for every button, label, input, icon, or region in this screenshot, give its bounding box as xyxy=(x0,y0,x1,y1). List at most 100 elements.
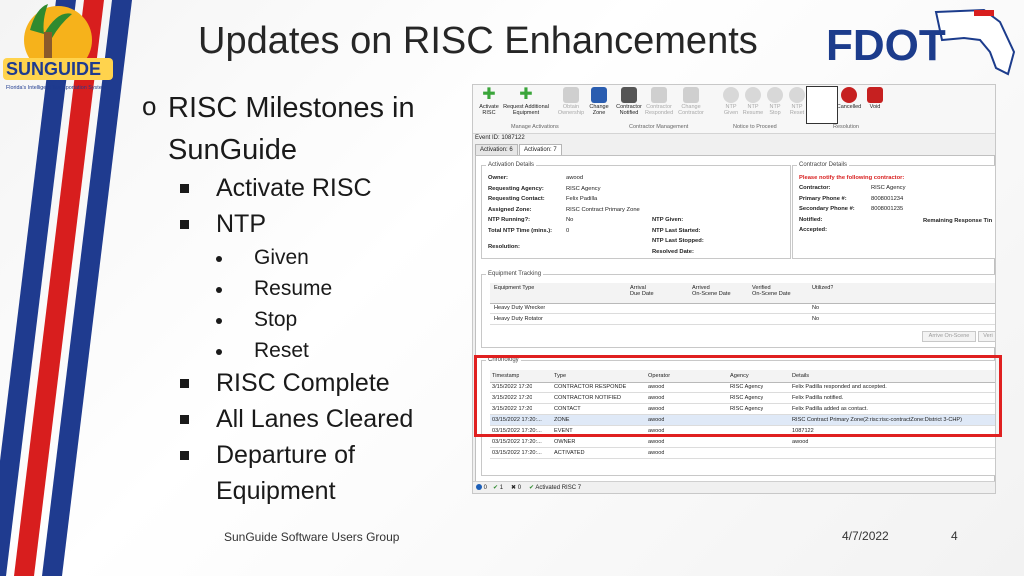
table-row[interactable]: Heavy Duty Rotator No xyxy=(490,314,995,325)
ribbon-button-change-zone[interactable]: Change Zone xyxy=(585,87,613,116)
table-cell: 03/15/2022 17:20:... xyxy=(492,450,542,456)
dot-bullet-icon xyxy=(216,349,222,355)
column-header[interactable]: Verified On-Scene Date xyxy=(752,285,791,297)
ribbon-group-label: Notice to Proceed xyxy=(733,124,777,130)
detail-key: NTP Last Started: xyxy=(652,227,701,234)
ribbon-button-obtain-ownership[interactable]: Obtain Ownership xyxy=(557,87,585,116)
square-bullet-icon xyxy=(180,379,189,388)
column-header[interactable]: Arrival Due Date xyxy=(630,285,654,297)
page-title: Updates on RISC Enhancements xyxy=(198,20,758,62)
contractor-key: Accepted: xyxy=(799,227,828,233)
x-count: ✖ 0 xyxy=(511,485,522,491)
detail-value: 0 xyxy=(566,227,570,234)
contractor-key: Notified: xyxy=(799,216,823,223)
detail-value: Felix Padilla xyxy=(566,196,598,202)
ribbon-button-change-contractor[interactable]: Change Contractor xyxy=(677,87,705,116)
activated-status: ✔ Activated RISC 7 xyxy=(529,485,582,491)
bullet-label-line2: Equipment xyxy=(216,477,336,505)
highlight-box xyxy=(474,355,1002,437)
arrive-on-scene-button[interactable]: Arrive On-Scene xyxy=(922,331,976,342)
refresh-icon xyxy=(683,87,699,103)
check-count: ✔ 1 xyxy=(493,485,504,491)
group-title: Activation Details xyxy=(486,162,537,168)
detail-key: NTP Given: xyxy=(652,217,684,223)
contractor-value: RISC Agency xyxy=(871,185,906,191)
ribbon-group-label: Contractor Management xyxy=(629,124,689,130)
contractor-key: Primary Phone #: xyxy=(799,195,847,202)
group-title: Equipment Tracking xyxy=(486,271,544,277)
table-row[interactable]: 03/15/2022 17:20:... OWNER awood awood xyxy=(490,437,995,448)
bullet-marker: o xyxy=(142,91,157,121)
ribbon-group-label: Manage Activations xyxy=(511,124,559,130)
contractor-key: Contractor: xyxy=(799,185,831,191)
table-cell: awood xyxy=(648,439,665,445)
printer-icon xyxy=(621,87,637,103)
ribbon-button-label: Cancelled xyxy=(836,104,862,110)
group-title: Contractor Details xyxy=(797,162,850,168)
sub-bullet-label: Given xyxy=(254,246,309,269)
square-bullet-icon xyxy=(180,220,189,229)
column-header[interactable]: Equipment Type xyxy=(494,285,534,291)
equipment-tracking-box: Equipment Tracking Equipment Type Arrival… xyxy=(481,271,995,348)
sub-bullet-label: Reset xyxy=(254,339,309,362)
square-bullet-icon xyxy=(180,184,189,193)
check-icon: ✔ xyxy=(493,485,499,491)
contractor-notice: Please notify the following contractor: xyxy=(799,175,905,181)
table-cell: No xyxy=(812,305,820,311)
play-icon xyxy=(723,87,739,103)
column-header[interactable]: Utilized? xyxy=(812,285,833,291)
play-icon xyxy=(745,87,761,103)
error-icon xyxy=(476,484,482,491)
table-cell: awood xyxy=(648,450,665,456)
cloud-icon xyxy=(651,87,667,103)
ribbon-button-contractor-notified[interactable]: Contractor Notified xyxy=(615,87,643,116)
sub-bullet-label: Resume xyxy=(254,277,333,300)
contractor-details-group: Contractor Details Please notify the fol… xyxy=(792,162,995,259)
detail-key: Owner: xyxy=(488,175,508,181)
table-row[interactable]: 03/15/2022 17:20:... ACTIVATED awood xyxy=(490,448,995,459)
table-cell: Heavy Duty Wrecker xyxy=(494,305,546,311)
detail-key: NTP Running?: xyxy=(488,217,531,223)
ribbon-button-label: Obtain Ownership xyxy=(557,104,585,116)
cancel-icon xyxy=(841,87,857,103)
detail-key: Resolution: xyxy=(488,244,520,250)
ribbon-button-label: Contractor Notified xyxy=(616,104,642,116)
stop-icon xyxy=(767,87,783,103)
footer-date: 4/7/2022 xyxy=(842,529,889,543)
fdot-logo: FDOT xyxy=(824,8,1020,78)
ribbon-button-void[interactable]: Void xyxy=(861,87,889,110)
table-header-row: Equipment Type Arrival Due Date Arrived On… xyxy=(490,283,995,304)
remaining-response-label: Remaining Response Tin xyxy=(923,218,993,224)
activation-details-group: Activation Details Owner: awood Requesting… xyxy=(481,162,791,259)
contractor-value: 8008001234 xyxy=(871,195,904,202)
lock-icon xyxy=(563,87,579,103)
ribbon-button-contractor-responded[interactable]: Contractor Responded xyxy=(645,87,673,116)
logo-text: SUNGUIDE xyxy=(6,59,101,79)
bullet-label-line1: Departure of xyxy=(216,441,355,469)
detail-value: RISC Agency xyxy=(566,185,601,192)
ribbon-button-label: Change Zone xyxy=(589,104,609,116)
column-header[interactable]: Arrived On-Scene Date xyxy=(692,285,731,297)
verify-button[interactable]: Veri xyxy=(978,331,995,342)
table-cell: awood xyxy=(792,439,809,445)
dot-bullet-icon xyxy=(216,318,222,324)
table-row[interactable]: Heavy Duty Wrecker No xyxy=(490,303,995,314)
ribbon-button-cancelled[interactable]: Cancelled xyxy=(835,87,863,110)
ribbon-toolbar: ✚ Activate RISC ✚ Request Additional Equipm… xyxy=(473,85,995,134)
square-bullet-icon xyxy=(180,451,189,460)
detail-key: Assigned Zone: xyxy=(488,206,532,213)
ribbon-button-request-additional-equipment[interactable]: ✚ Request Additional Equipment xyxy=(499,86,553,117)
bullet-label: Activate RISC xyxy=(216,174,372,202)
bullet-label: All Lanes Cleared xyxy=(216,405,414,433)
plus-icon: ✚ xyxy=(519,86,533,103)
table-cell: Heavy Duty Rotator xyxy=(494,316,543,322)
footer-left: SunGuide Software Users Group xyxy=(224,530,400,544)
detail-value: awood xyxy=(566,175,584,181)
ribbon-button-label: Contractor Responded xyxy=(645,104,674,116)
event-id-label: Event ID: 1087122 xyxy=(475,135,525,141)
fdot-text: FDOT xyxy=(826,21,946,70)
detail-key: Requesting Contact: xyxy=(488,196,545,202)
detail-value: No xyxy=(566,217,574,223)
bullet-label: NTP xyxy=(216,210,266,238)
ribbon-group-label: Resolution xyxy=(833,124,859,130)
